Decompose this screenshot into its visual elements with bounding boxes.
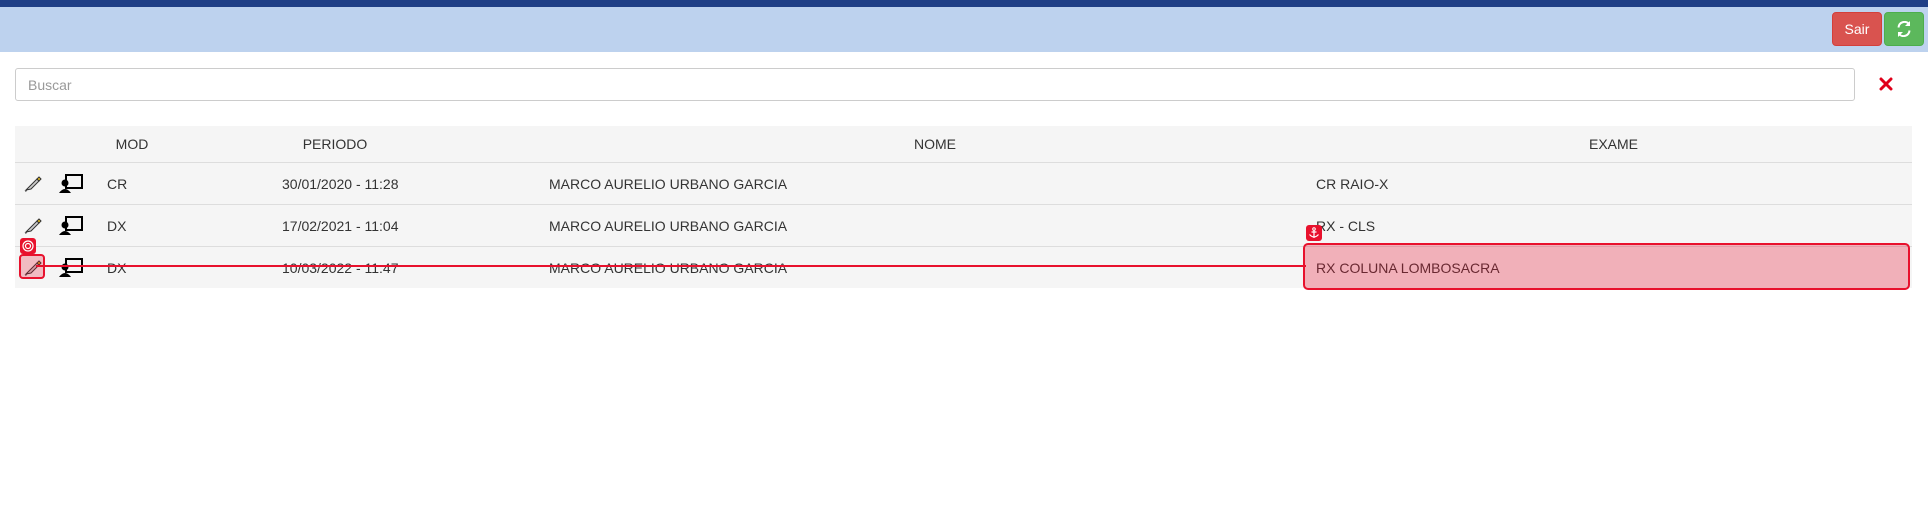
viewer-icon[interactable] [57, 163, 85, 204]
cell-periodo: 30/01/2020 - 11:28 [282, 175, 399, 192]
column-header-mod[interactable]: MOD [97, 126, 167, 162]
column-header-exame[interactable]: EXAME [1315, 126, 1912, 162]
clear-x-icon [1879, 77, 1893, 91]
column-header-periodo[interactable]: PERIODO [215, 126, 455, 162]
anchor-icon [1306, 225, 1322, 241]
cell-periodo: 17/02/2021 - 11:04 [282, 217, 399, 234]
top-stripe [0, 0, 1928, 7]
header-bar [0, 7, 1928, 52]
annotation-target-box [1303, 243, 1910, 290]
refresh-button[interactable] [1884, 12, 1924, 46]
cell-nome: MARCO AURELIO URBANO GARCIA [549, 259, 788, 276]
table-row[interactable]: CR 30/01/2020 - 11:28 MARCO AURELIO URBA… [15, 163, 1912, 205]
cell-exame: RX - CLS [1316, 217, 1376, 234]
viewer-icon[interactable] [57, 247, 85, 288]
annotation-source-box [19, 254, 45, 279]
pen-icon[interactable] [21, 163, 45, 204]
cell-mod: DX [107, 259, 127, 276]
search-input[interactable] [15, 68, 1855, 101]
cell-exame: CR RAIO-X [1316, 175, 1389, 192]
annotation-line [36, 265, 1306, 267]
sair-button[interactable]: Sair [1832, 12, 1882, 46]
cell-mod: DX [107, 217, 127, 234]
cell-mod: CR [107, 175, 128, 192]
refresh-icon [1897, 21, 1911, 37]
viewer-icon[interactable] [57, 205, 85, 246]
table-row[interactable]: DX 17/02/2021 - 11:04 MARCO AURELIO URBA… [15, 205, 1912, 247]
column-header-nome[interactable]: NOME [455, 126, 1415, 162]
cell-nome: MARCO AURELIO URBANO GARCIA [549, 217, 788, 234]
clear-search-button[interactable] [1874, 70, 1898, 98]
cell-nome: MARCO AURELIO URBANO GARCIA [549, 175, 788, 192]
target-icon [20, 238, 36, 254]
table-header: MOD PERIODO NOME EXAME [15, 126, 1912, 163]
cell-periodo: 10/03/2022 - 11:47 [282, 259, 399, 276]
